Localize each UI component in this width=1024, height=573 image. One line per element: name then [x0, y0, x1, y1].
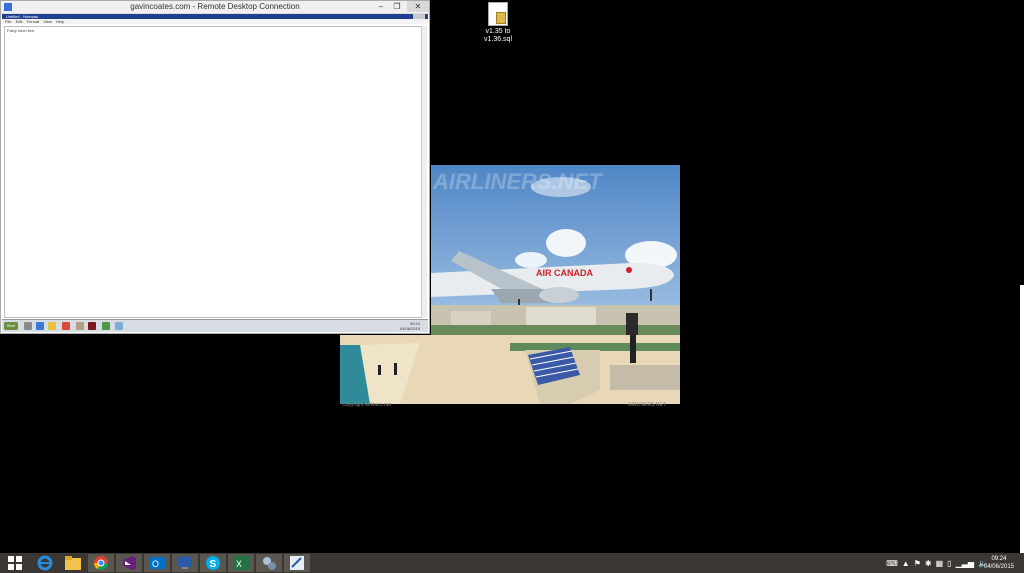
taskbar-clock[interactable]: 09:24 04/06/2015 [984, 555, 1014, 571]
restore-button[interactable]: ❐ [389, 1, 405, 12]
remote-taskbar-icon[interactable] [36, 322, 44, 330]
internet-explorer-button[interactable] [32, 554, 58, 572]
gears-icon [263, 557, 276, 570]
rdp-titlebar[interactable]: gavincoates.com - Remote Desktop Connect… [1, 1, 429, 14]
svg-text:X: X [236, 559, 242, 569]
battery-icon[interactable]: ▯ [947, 559, 951, 568]
action-center-flag-icon[interactable]: ⚑ [914, 559, 921, 568]
remote-taskbar-icon[interactable] [102, 322, 110, 330]
remote-clock[interactable]: 09:24 04/06/2015 [400, 321, 420, 331]
svg-text:S: S [210, 559, 217, 570]
wallpaper-photo: AIRLINERS.NET AIR CANADA [431, 165, 680, 340]
chrome-button[interactable] [88, 554, 114, 572]
system-tray: ⌨ ▲ ⚑ ✱ ▦ ▯ ▁▃▅ 🔈 [886, 557, 988, 569]
remote-taskbar-icon[interactable] [24, 322, 32, 330]
sql-file-icon [488, 2, 508, 26]
notepad-scrollbar[interactable] [421, 26, 427, 318]
svg-text:O: O [152, 559, 159, 569]
livery-text: AIR CANADA [536, 268, 593, 278]
remote-taskbar-icon[interactable] [48, 322, 56, 330]
visual-studio-icon [123, 556, 136, 570]
excel-icon: X [233, 556, 249, 570]
file-explorer-button[interactable] [60, 554, 86, 572]
remote-taskbar-icon[interactable] [115, 322, 123, 330]
menu-view[interactable]: View [43, 19, 52, 24]
remote-start-button[interactable]: Start [4, 322, 18, 330]
ie-icon [37, 555, 53, 571]
clock-time: 09:24 [991, 556, 1007, 562]
wallpaper-photo-beach [340, 335, 680, 404]
minimize-button[interactable]: – [373, 1, 389, 12]
excel-button[interactable]: X [228, 554, 254, 572]
notepad-text: Fairly short text [7, 28, 35, 33]
remote-desktop-window[interactable]: gavincoates.com - Remote Desktop Connect… [0, 0, 430, 334]
editor-icon [290, 556, 304, 570]
chrome-icon [94, 556, 108, 570]
outlook-icon: O [149, 557, 165, 569]
desktop-sql-file[interactable]: v1.35 to v1.36.sql [480, 2, 516, 44]
windows-tray-icon[interactable]: ▦ [936, 559, 944, 568]
keyboard-icon[interactable]: ⌨ [886, 559, 898, 568]
notepad-window-buttons[interactable] [413, 14, 425, 19]
menu-help[interactable]: Help [56, 19, 64, 24]
menu-format[interactable]: Format [27, 19, 40, 24]
visual-studio-button[interactable] [116, 554, 142, 572]
notepad-title: Untitled - Notepad [6, 14, 39, 19]
skype-icon: S [206, 556, 220, 570]
photo-watermark: AIRLINERS.NET [432, 169, 603, 194]
remote-taskbar-icon[interactable] [88, 322, 96, 330]
network-signal-icon[interactable]: ▁▃▅ [956, 559, 974, 568]
app-tray-icon[interactable]: ✱ [925, 559, 932, 568]
outlook-button[interactable]: O [144, 554, 170, 572]
menu-file[interactable]: File [5, 19, 11, 24]
remote-taskbar-icon[interactable] [62, 322, 70, 330]
screen-edge-strip [1020, 285, 1024, 553]
remote-desktop-area[interactable]: Untitled - Notepad File Edit Format View… [2, 14, 428, 332]
app-settings-button[interactable] [256, 554, 282, 572]
photo-copyright: Copyright Airliners.net [342, 402, 391, 408]
windows-logo-icon [8, 556, 22, 570]
close-button[interactable]: ✕ [407, 1, 429, 12]
start-button[interactable] [2, 554, 28, 572]
app-editor-button[interactable] [284, 554, 310, 572]
notepad-titlebar[interactable]: Untitled - Notepad [2, 14, 428, 19]
taskbar: O S X ⌨ ▲ ⚑ ✱ ▦ ▯ ▁▃▅ 🔈 09:24 04/06/2015 [0, 553, 1024, 573]
rdp-window-title: gavincoates.com - Remote Desktop Connect… [130, 2, 300, 11]
notepad-menubar: File Edit Format View Help [2, 19, 428, 24]
folder-icon [65, 556, 81, 570]
clock-date: 04/06/2015 [983, 564, 1014, 570]
remote-desktop-icon [178, 557, 192, 569]
photo-site-mark: AIRLINERS.NET [628, 402, 666, 408]
menu-edit[interactable]: Edit [16, 19, 23, 24]
remote-taskbar-icon[interactable] [76, 322, 84, 330]
show-hidden-icons-icon[interactable]: ▲ [902, 559, 910, 568]
skype-button[interactable]: S [200, 554, 226, 572]
notepad-text-area[interactable]: Fairly short text [4, 26, 422, 318]
desktop-icon-label: v1.35 to v1.36.sql [483, 28, 513, 43]
remote-taskbar: Start 09:24 04/06/2015 [2, 319, 428, 332]
remote-desktop-button[interactable] [172, 554, 198, 572]
